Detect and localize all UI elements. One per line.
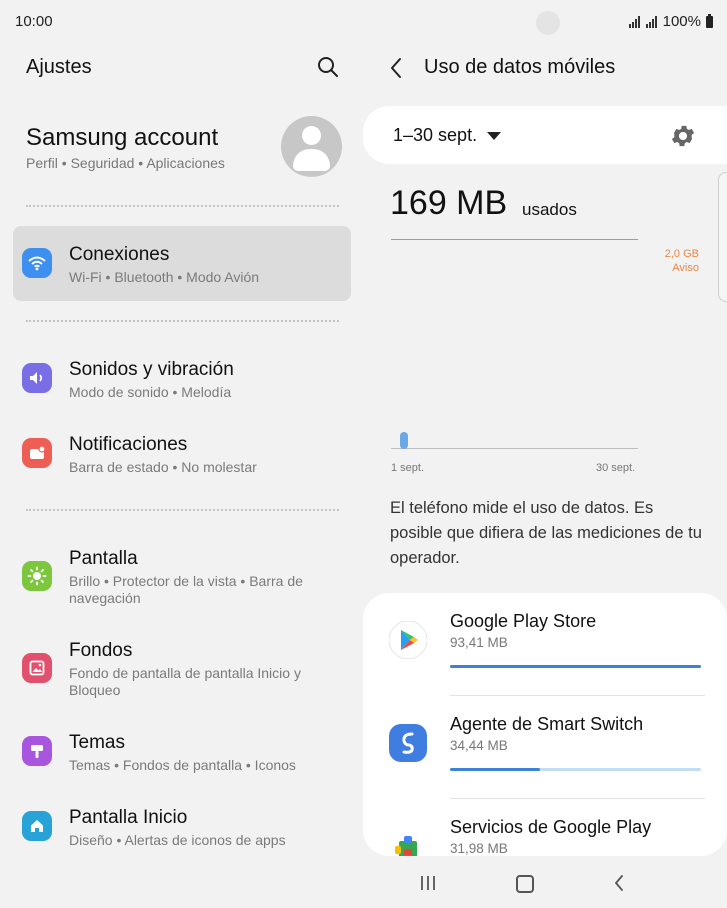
play-services-icon xyxy=(395,836,417,856)
avatar[interactable] xyxy=(281,116,342,177)
item-subtitle: Barra de estado • No molestar xyxy=(69,459,257,475)
usage-progress xyxy=(450,768,701,771)
smart-switch-icon xyxy=(389,724,427,762)
gear-icon[interactable] xyxy=(669,122,697,150)
date-range-label: 1–30 sept. xyxy=(393,125,478,145)
info-text: El teléfono mide el uso de datos. Es pos… xyxy=(390,499,702,567)
usage-progress-fill xyxy=(450,768,541,771)
warning-limit: 2,0 GB xyxy=(664,248,699,260)
page-title: Uso de datos móviles xyxy=(424,56,616,78)
axis-start-label: 1 sept. xyxy=(391,462,425,474)
app-row-smart-switch[interactable]: Agente de Smart Switch 34,44 MB xyxy=(363,696,727,799)
axis-end-label: 30 sept. xyxy=(596,462,636,474)
settings-item-temas[interactable]: Temas Temas • Fondos de pantalla • Icono… xyxy=(13,722,351,782)
battery-icon xyxy=(706,13,713,28)
settings-item-fondos[interactable]: Fondos Fondo de pantalla de pantalla Ini… xyxy=(13,630,351,710)
navigation-bar xyxy=(363,856,727,908)
status-time: 10:00 xyxy=(15,13,53,30)
brush-icon xyxy=(22,736,52,766)
app-name: Servicios de Google Play xyxy=(450,817,652,837)
item-subtitle: Brillo • Protector de la vista • Barra d… xyxy=(69,573,303,606)
status-bar: 10:00 100% xyxy=(0,0,727,44)
signal-icon xyxy=(628,15,640,28)
item-subtitle: Modo de sonido • Melodía xyxy=(69,384,232,400)
settings-panel: Ajustes Samsung account Perfil • Segurid… xyxy=(0,44,363,908)
date-range-card: 1–30 sept. xyxy=(363,106,727,164)
app-size: 93,41 MB xyxy=(450,635,508,650)
app-usage-list: Google Play Store 93,41 MB Agente de Sma… xyxy=(363,593,727,856)
app-name: Google Play Store xyxy=(450,611,597,631)
app-row-google-play-store[interactable]: Google Play Store 93,41 MB xyxy=(363,593,727,696)
image-icon xyxy=(22,653,52,683)
recents-icon[interactable] xyxy=(420,876,436,890)
search-icon[interactable] xyxy=(317,56,339,78)
settings-item-pantalla-inicio[interactable]: Pantalla Inicio Diseño • Alertas de icon… xyxy=(13,797,351,857)
divider xyxy=(26,320,339,322)
signal-icon xyxy=(645,15,657,28)
item-subtitle: Fondo de pantalla de pantalla Inicio y B… xyxy=(69,665,301,698)
play-store-icon xyxy=(389,621,427,659)
item-title: Pantalla xyxy=(69,548,138,569)
status-indicators: 100% xyxy=(628,13,713,30)
usage-progress-fill xyxy=(450,665,701,668)
edge-panel-handle[interactable] xyxy=(718,172,727,302)
usage-label: usados xyxy=(522,200,577,219)
sun-icon xyxy=(22,561,52,591)
settings-item-pantalla[interactable]: Pantalla Brillo • Protector de la vista … xyxy=(13,538,351,618)
item-subtitle: Wi-Fi • Bluetooth • Modo Avión xyxy=(69,269,260,285)
camera-cutout xyxy=(536,11,560,35)
battery-percent: 100% xyxy=(662,13,701,30)
app-size: 34,44 MB xyxy=(450,738,508,753)
item-title: Notificaciones xyxy=(69,434,188,455)
wifi-icon xyxy=(22,248,52,278)
home-icon xyxy=(22,811,52,841)
divider xyxy=(26,205,339,207)
settings-item-conexiones[interactable]: Conexiones Wi-Fi • Bluetooth • Modo Avió… xyxy=(13,226,351,301)
usage-amount: 169 MB xyxy=(390,184,508,222)
settings-item-notificaciones[interactable]: Notificaciones Barra de estado • No mole… xyxy=(13,424,351,484)
data-usage-panel: Uso de datos móviles 1–30 sept. 169 MB u… xyxy=(363,44,727,908)
item-title: Pantalla Inicio xyxy=(69,807,188,828)
item-title: Sonidos y vibración xyxy=(69,359,234,380)
app-size: 31,98 MB xyxy=(450,841,508,856)
home-button[interactable] xyxy=(516,875,534,893)
chevron-down-icon xyxy=(487,132,501,140)
warning-line xyxy=(391,239,638,240)
item-subtitle: Diseño • Alertas de iconos de apps xyxy=(69,832,286,848)
item-title: Conexiones xyxy=(69,244,170,265)
usage-bar xyxy=(400,432,408,449)
account-subtitle: Perfil • Seguridad • Aplicaciones xyxy=(26,155,225,171)
back-arrow-icon[interactable] xyxy=(389,57,403,79)
app-row-google-play-services[interactable]: Servicios de Google Play 31,98 MB xyxy=(363,799,727,856)
chart-axis xyxy=(391,448,638,449)
usage-progress xyxy=(450,665,701,668)
account-name: Samsung account xyxy=(26,124,219,151)
volume-icon xyxy=(22,363,52,393)
item-subtitle: Temas • Fondos de pantalla • Iconos xyxy=(69,757,296,773)
warning-label: Aviso xyxy=(672,262,699,274)
back-icon[interactable] xyxy=(614,874,624,892)
divider xyxy=(26,509,339,511)
item-title: Fondos xyxy=(69,640,133,661)
item-title: Temas xyxy=(69,732,125,753)
settings-item-sonidos[interactable]: Sonidos y vibración Modo de sonido • Mel… xyxy=(13,349,351,409)
page-title: Ajustes xyxy=(26,56,92,78)
app-name: Agente de Smart Switch xyxy=(450,714,644,734)
notification-icon xyxy=(22,438,52,468)
